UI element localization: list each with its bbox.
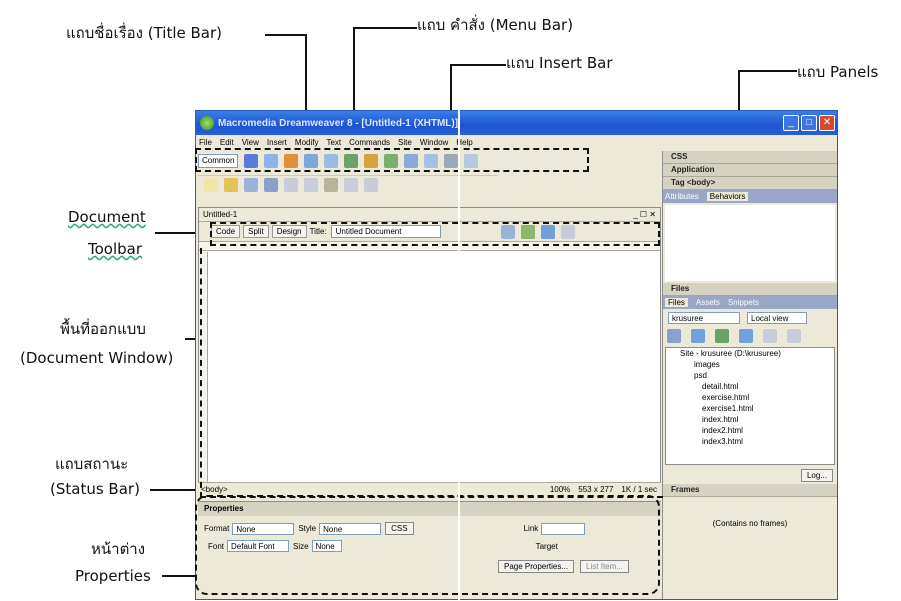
title-bar-leader-h [265, 34, 307, 36]
refresh-icon[interactable] [691, 329, 705, 343]
copy-icon[interactable] [304, 177, 318, 192]
frames-panel-header[interactable]: Frames [663, 484, 837, 497]
save-icon[interactable] [244, 177, 258, 192]
document-tab-bar: Untitled-1 _ ☐ ✕ [199, 208, 660, 222]
minimize-button[interactable]: _ [783, 115, 799, 131]
menu-bar: File Edit View Insert Modify Text Comman… [196, 135, 661, 149]
tree-folder-psd[interactable]: psd [666, 370, 834, 381]
open-icon[interactable] [224, 177, 238, 192]
properties-callout-2: Properties [75, 567, 151, 585]
menu-view[interactable]: View [242, 138, 259, 147]
attributes-tab[interactable]: Attributes [665, 192, 699, 201]
design-area-highlight [200, 248, 663, 498]
put-files-icon[interactable] [739, 329, 753, 343]
check-in-icon[interactable] [787, 329, 801, 343]
tree-file-exercise[interactable]: exercise.html [666, 392, 834, 403]
document-toolbar-callout-1: Document [68, 208, 146, 226]
properties-callout-1: หน้าต่าง [91, 540, 146, 558]
assets-tab[interactable]: Assets [696, 298, 720, 307]
title-bar[interactable]: Macromedia Dreamweaver 8 - [Untitled-1 (… [196, 111, 837, 135]
files-footer: Log... [663, 467, 837, 484]
panels-callout: แถบ Panels [797, 63, 879, 81]
menu-bar-leader-h [355, 27, 417, 29]
files-toolbar [663, 327, 837, 345]
menu-modify[interactable]: Modify [295, 138, 319, 147]
css-panel-header[interactable]: CSS [663, 151, 837, 164]
tree-file-index2[interactable]: index2.html [666, 425, 834, 436]
undo-icon[interactable] [344, 177, 358, 192]
get-files-icon[interactable] [715, 329, 729, 343]
dreamweaver-app-icon [200, 116, 214, 130]
log-button[interactable]: Log... [800, 469, 833, 482]
tree-file-detail[interactable]: detail.html [666, 381, 834, 392]
menu-insert[interactable]: Insert [267, 138, 287, 147]
menu-edit[interactable]: Edit [220, 138, 234, 147]
application-panel-header[interactable]: Application [663, 164, 837, 177]
save-all-icon[interactable] [264, 177, 278, 192]
tag-inspector-header[interactable]: Tag <body> [663, 177, 837, 190]
document-toolbar-highlight [210, 222, 660, 246]
cut-icon[interactable] [284, 177, 298, 192]
files-panel-header[interactable]: Files [663, 283, 837, 296]
maximize-button[interactable]: □ [801, 115, 817, 131]
close-button[interactable]: ✕ [819, 115, 835, 131]
redo-icon[interactable] [364, 177, 378, 192]
tag-inspector-tabs: Attributes Behaviors [663, 190, 837, 203]
title-bar-leader-v [305, 34, 307, 120]
site-select[interactable]: krusuree [668, 312, 740, 324]
check-out-icon[interactable] [763, 329, 777, 343]
paste-icon[interactable] [324, 177, 338, 192]
design-area-callout-1: พื้นที่ออกแบบ [60, 320, 146, 338]
panels-leader-h [740, 70, 797, 72]
title-bar-callout: แถบชื่อเรื่อง (Title Bar) [66, 24, 223, 42]
panel-groups: CSS Application Tag <body> Attributes Be… [662, 151, 837, 599]
tree-file-exercise1[interactable]: exercise1.html [666, 403, 834, 414]
window-title: Macromedia Dreamweaver 8 - [Untitled-1 (… [218, 117, 459, 129]
behaviors-list[interactable] [665, 205, 835, 281]
design-area-callout-2: (Document Window) [20, 349, 174, 367]
standard-toolbar [198, 175, 498, 193]
menu-site[interactable]: Site [398, 138, 412, 147]
snippets-tab[interactable]: Snippets [728, 298, 759, 307]
view-select[interactable]: Local view [747, 312, 807, 324]
new-icon[interactable] [204, 177, 218, 192]
insert-bar-callout: แถบ Insert Bar [506, 54, 613, 72]
screenshot-canvas: แถบชื่อเรื่อง (Title Bar) แถบ คำสั่ง (Me… [0, 0, 901, 601]
files-tree: Site - krusuree (D:\krusuree) images psd… [665, 347, 835, 465]
files-site-row: krusuree Local view [663, 309, 837, 327]
menu-window[interactable]: Window [420, 138, 448, 147]
tree-file-index[interactable]: index.html [666, 414, 834, 425]
files-tab[interactable]: Files [665, 298, 688, 307]
menu-text[interactable]: Text [326, 138, 341, 147]
insert-bar-leader-h [452, 64, 506, 66]
insert-bar-highlight [195, 148, 589, 172]
menu-file[interactable]: File [199, 138, 212, 147]
status-bar-callout-1: แถบสถานะ [55, 455, 129, 473]
files-panel-tabs: Files Assets Snippets [663, 296, 837, 309]
behaviors-tab[interactable]: Behaviors [706, 192, 749, 201]
tree-file-index3[interactable]: index3.html [666, 436, 834, 447]
properties-highlight [195, 495, 660, 595]
document-window-controls[interactable]: _ ☐ ✕ [633, 210, 656, 219]
menu-commands[interactable]: Commands [349, 138, 390, 147]
status-bar-callout-2: (Status Bar) [50, 480, 140, 498]
document-tab[interactable]: Untitled-1 [203, 210, 633, 219]
tree-folder-images[interactable]: images [666, 359, 834, 370]
tree-site-root[interactable]: Site - krusuree (D:\krusuree) [666, 348, 834, 359]
menu-bar-callout: แถบ คำสั่ง (Menu Bar) [417, 16, 574, 34]
connect-icon[interactable] [667, 329, 681, 343]
white-divider [458, 110, 460, 600]
frames-empty-message: (Contains no frames) [712, 519, 788, 528]
document-toolbar-callout-2: Toolbar [88, 240, 143, 258]
